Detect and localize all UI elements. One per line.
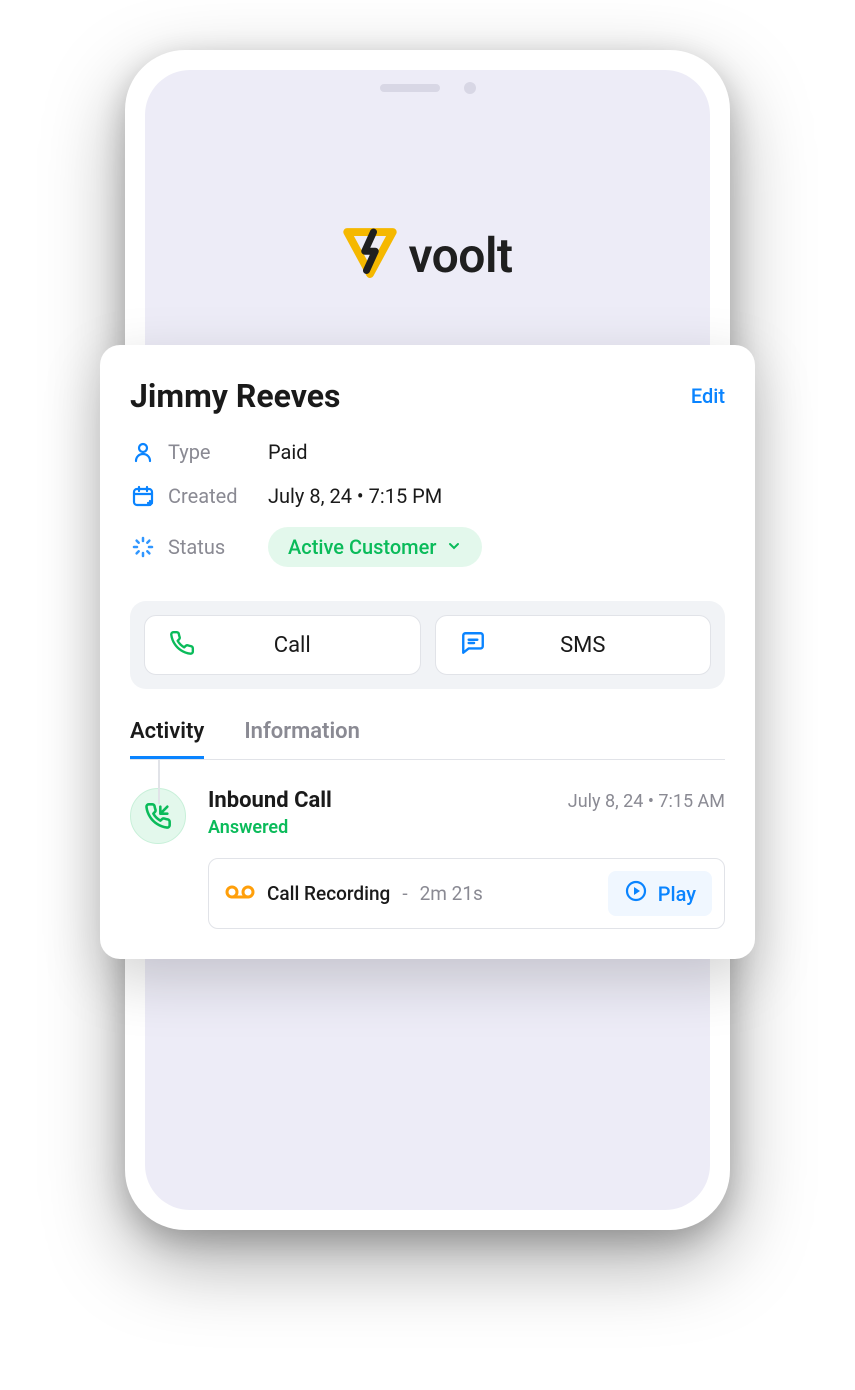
call-label: Call [189, 633, 396, 658]
recording-row: Call Recording - 2m 21s Play [208, 858, 725, 929]
brand-name: voolt [408, 227, 512, 284]
voicemail-icon [225, 882, 255, 906]
type-value: Paid [268, 440, 308, 464]
recording-label: Call Recording [267, 882, 390, 905]
tab-activity[interactable]: Activity [130, 719, 204, 759]
recording-duration: 2m 21s [420, 882, 483, 905]
edit-button[interactable]: Edit [691, 384, 725, 408]
voolt-bolt-icon [342, 225, 398, 285]
type-label: Type [168, 440, 268, 464]
tab-information[interactable]: Information [244, 719, 360, 759]
timeline-line [158, 760, 160, 804]
row-status: Status Active Customer [130, 527, 725, 567]
action-bar: Call SMS [130, 601, 725, 689]
brand-logo: voolt [145, 225, 710, 285]
created-value: July 8, 24 • 7:15 PM [268, 484, 442, 508]
row-type: Type Paid [130, 439, 725, 465]
calendar-add-icon [130, 483, 156, 509]
person-icon [130, 439, 156, 465]
sms-label: SMS [480, 633, 687, 658]
status-dropdown[interactable]: Active Customer [268, 527, 482, 567]
activity-title: Inbound Call [208, 788, 332, 813]
speaker-slit [380, 84, 440, 92]
status-label: Status [168, 535, 268, 559]
activity-time: July 8, 24 • 7:15 AM [568, 791, 725, 812]
play-button[interactable]: Play [608, 871, 712, 916]
created-label: Created [168, 484, 268, 508]
customer-card: Jimmy Reeves Edit Type Paid Created July… [100, 345, 755, 959]
play-circle-icon [624, 879, 648, 908]
recording-sep: - [402, 882, 407, 905]
call-button[interactable]: Call [144, 615, 421, 675]
customer-name: Jimmy Reeves [130, 377, 340, 415]
front-camera [464, 82, 476, 94]
activity-item: Inbound Call July 8, 24 • 7:15 AM Answer… [130, 788, 725, 929]
status-value: Active Customer [288, 535, 436, 559]
chevron-down-icon [446, 535, 462, 559]
activity-status: Answered [208, 817, 725, 838]
play-label: Play [658, 882, 696, 906]
sms-button[interactable]: SMS [435, 615, 712, 675]
tabs: Activity Information [130, 719, 725, 760]
row-created: Created July 8, 24 • 7:15 PM [130, 483, 725, 509]
spinner-icon [130, 534, 156, 560]
phone-notch [368, 82, 488, 94]
